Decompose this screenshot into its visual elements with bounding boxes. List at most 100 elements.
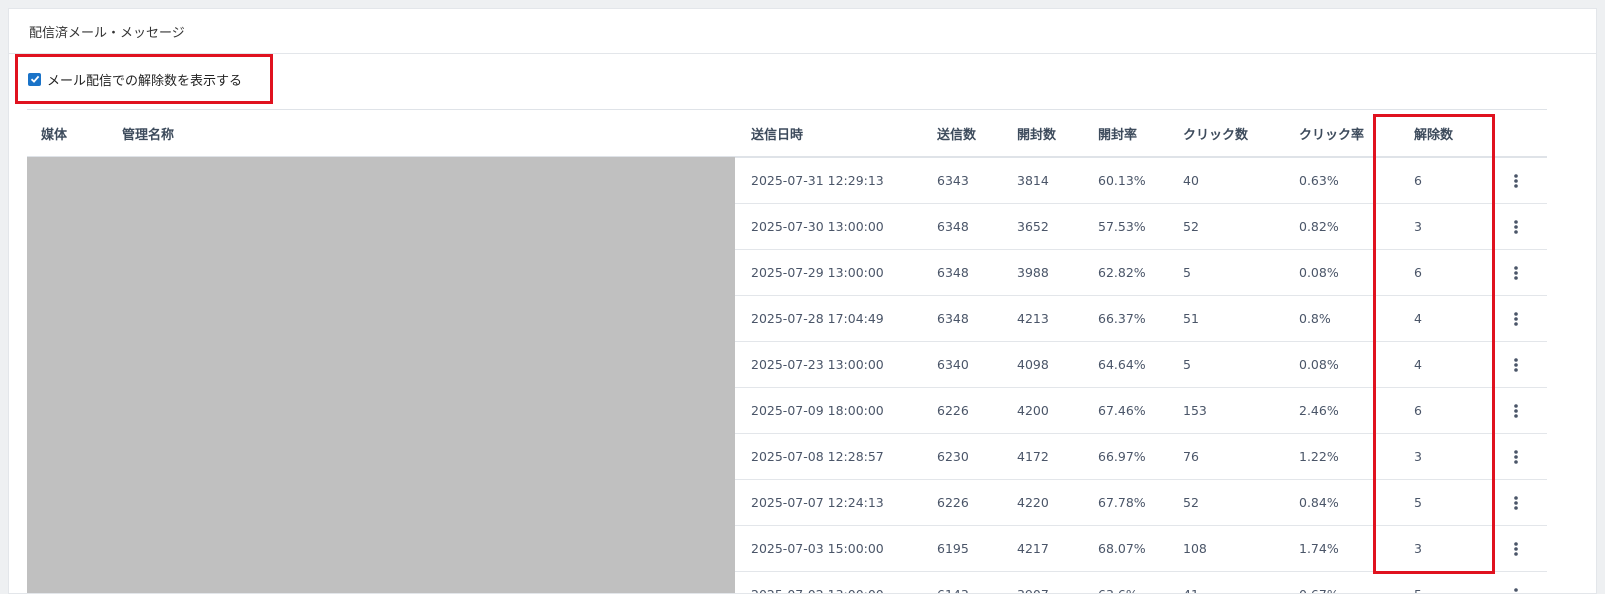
kebab-vertical-icon (1514, 357, 1518, 372)
cell-opened: 4220 (1017, 495, 1049, 510)
cell-open-rate: 68.07% (1098, 541, 1146, 556)
row-menu-button[interactable] (1513, 296, 1519, 341)
header-sent[interactable]: 送信数 (937, 110, 976, 156)
cell-opened: 4200 (1017, 403, 1049, 418)
cell-unsub: 3 (1414, 541, 1422, 556)
cell-clicks: 40 (1183, 173, 1199, 188)
cell-sent-at: 2025-07-09 18:00:00 (751, 403, 884, 418)
cell-clicks: 52 (1183, 219, 1199, 234)
cell-sent: 6230 (937, 449, 969, 464)
cell-sent-at: 2025-07-29 13:00:00 (751, 265, 884, 280)
kebab-vertical-icon (1514, 495, 1518, 510)
cell-sent: 6226 (937, 403, 969, 418)
header-clicks[interactable]: クリック数 (1183, 110, 1248, 156)
cell-unsub: 3 (1414, 219, 1422, 234)
cell-sent-at: 2025-07-31 12:29:13 (751, 173, 884, 188)
delivered-messages-card: 配信済メール・メッセージ メール配信での解除数を表示する 媒体 管理名称 送信日… (8, 8, 1597, 594)
kebab-vertical-icon (1514, 311, 1518, 326)
cell-clicks: 153 (1183, 403, 1207, 418)
kebab-vertical-icon (1514, 403, 1518, 418)
cell-click-rate: 0.84% (1299, 495, 1339, 510)
kebab-vertical-icon (1514, 265, 1518, 280)
show-unsubscribe-checkbox[interactable] (28, 72, 41, 86)
header-unsub[interactable]: 解除数 (1414, 110, 1453, 156)
row-menu-button[interactable] (1513, 572, 1519, 593)
cell-sent-at: 2025-07-03 15:00:00 (751, 541, 884, 556)
cell-clicks: 41 (1183, 572, 1199, 593)
cell-click-rate: 0.8% (1299, 311, 1331, 326)
header-click-rate[interactable]: クリック率 (1299, 110, 1364, 156)
cell-unsub: 4 (1414, 357, 1422, 372)
kebab-vertical-icon (1514, 449, 1518, 464)
cell-unsub: 5 (1414, 572, 1422, 593)
cell-unsub: 6 (1414, 403, 1422, 418)
cell-clicks: 76 (1183, 449, 1199, 464)
cell-open-rate: 67.78% (1098, 495, 1146, 510)
cell-clicks: 108 (1183, 541, 1207, 556)
show-unsubscribe-label[interactable]: メール配信での解除数を表示する (47, 70, 242, 89)
cell-unsub: 6 (1414, 265, 1422, 280)
filter-toolbar: メール配信での解除数を表示する (9, 54, 1596, 110)
cell-sent-at: 2025-07-28 17:04:49 (751, 311, 884, 326)
cell-open-rate: 66.97% (1098, 449, 1146, 464)
cell-open-rate: 62.82% (1098, 265, 1146, 280)
row-menu-button[interactable] (1513, 158, 1519, 203)
header-opened[interactable]: 開封数 (1017, 110, 1056, 156)
cell-opened: 3652 (1017, 219, 1049, 234)
row-menu-button[interactable] (1513, 480, 1519, 525)
cell-open-rate: 63.6% (1098, 572, 1138, 593)
cell-clicks: 5 (1183, 357, 1191, 372)
kebab-vertical-icon (1514, 587, 1518, 593)
cell-opened: 3907 (1017, 572, 1049, 593)
cell-open-rate: 60.13% (1098, 173, 1146, 188)
row-menu-button[interactable] (1513, 434, 1519, 479)
cell-open-rate: 67.46% (1098, 403, 1146, 418)
cell-unsub: 5 (1414, 495, 1422, 510)
kebab-vertical-icon (1514, 541, 1518, 556)
cell-open-rate: 64.64% (1098, 357, 1146, 372)
cell-click-rate: 0.82% (1299, 219, 1339, 234)
cell-opened: 3988 (1017, 265, 1049, 280)
header-sent-at[interactable]: 送信日時 (751, 110, 803, 156)
cell-click-rate: 0.08% (1299, 357, 1339, 372)
cell-sent-at: 2025-07-08 12:28:57 (751, 449, 884, 464)
cell-open-rate: 57.53% (1098, 219, 1146, 234)
highlight-box-checkbox: メール配信での解除数を表示する (15, 54, 273, 104)
cell-clicks: 5 (1183, 265, 1191, 280)
cell-sent: 6226 (937, 495, 969, 510)
row-menu-button[interactable] (1513, 388, 1519, 433)
row-menu-button[interactable] (1513, 526, 1519, 571)
cell-opened: 4098 (1017, 357, 1049, 372)
cell-clicks: 52 (1183, 495, 1199, 510)
header-medium[interactable]: 媒体 (41, 110, 67, 156)
cell-sent: 6348 (937, 219, 969, 234)
cell-opened: 4217 (1017, 541, 1049, 556)
header-name[interactable]: 管理名称 (122, 110, 174, 156)
cell-click-rate: 0.08% (1299, 265, 1339, 280)
cell-opened: 4213 (1017, 311, 1049, 326)
cell-click-rate: 1.74% (1299, 541, 1339, 556)
check-icon (30, 75, 39, 83)
cell-click-rate: 1.22% (1299, 449, 1339, 464)
cell-sent: 6143 (937, 572, 969, 593)
cell-open-rate: 66.37% (1098, 311, 1146, 326)
header-open-rate[interactable]: 開封率 (1098, 110, 1137, 156)
cell-unsub: 6 (1414, 173, 1422, 188)
cell-sent: 6195 (937, 541, 969, 556)
redacted-area (27, 157, 735, 593)
cell-unsub: 3 (1414, 449, 1422, 464)
row-menu-button[interactable] (1513, 342, 1519, 387)
cell-sent-at: 2025-07-23 13:00:00 (751, 357, 884, 372)
cell-sent: 6348 (937, 311, 969, 326)
table-header: 媒体 管理名称 送信日時 送信数 開封数 開封率 クリック数 クリック率 解除数 (27, 109, 1547, 158)
cell-sent: 6340 (937, 357, 969, 372)
row-menu-button[interactable] (1513, 250, 1519, 295)
kebab-vertical-icon (1514, 173, 1518, 188)
messages-table: 媒体 管理名称 送信日時 送信数 開封数 開封率 クリック数 クリック率 解除数… (27, 109, 1547, 593)
cell-unsub: 4 (1414, 311, 1422, 326)
cell-sent: 6343 (937, 173, 969, 188)
cell-clicks: 51 (1183, 311, 1199, 326)
row-menu-button[interactable] (1513, 204, 1519, 249)
cell-click-rate: 2.46% (1299, 403, 1339, 418)
cell-sent-at: 2025-07-07 12:24:13 (751, 495, 884, 510)
